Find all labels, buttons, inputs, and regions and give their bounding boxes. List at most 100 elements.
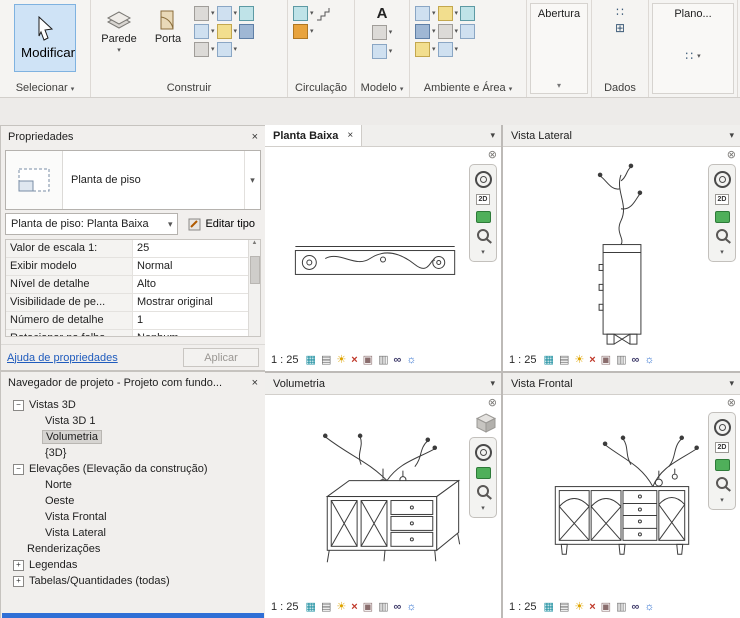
scale-indicator[interactable]: 1 : 25 <box>509 354 537 366</box>
2d-wheel-badge[interactable]: 2D <box>714 442 730 453</box>
ribbon-tool-icon[interactable] <box>239 6 255 21</box>
visual-style-icon[interactable]: ▤ <box>559 354 569 366</box>
chevron-down-icon[interactable]: ▾ <box>490 378 501 389</box>
nav-chevron-down-icon[interactable]: ▾ <box>481 249 485 256</box>
area-tool-icon[interactable] <box>437 6 453 21</box>
collapse-icon[interactable]: − <box>13 463 24 475</box>
tree-item-vista-3d-1[interactable]: Vista 3D 1 <box>1 413 265 429</box>
hide-isolate-icon[interactable]: ∞ <box>393 601 401 613</box>
crop-visibility-icon[interactable]: ▥ <box>378 354 388 366</box>
viewport-title[interactable]: Vista Lateral <box>503 130 580 142</box>
2d-wheel-badge[interactable]: 2D <box>475 194 491 205</box>
reveal-hidden-icon[interactable]: ☼ <box>644 354 654 366</box>
property-row[interactable]: Número de detalhe 1 <box>6 312 260 330</box>
tree-item-renderizacoes[interactable]: Renderizações <box>1 541 265 557</box>
shadows-icon[interactable]: × <box>351 354 357 366</box>
steering-wheel-icon[interactable] <box>713 419 731 436</box>
steering-wheel-icon[interactable] <box>474 171 492 188</box>
panel-label-selecionar[interactable]: Selecionar ▾ <box>0 80 90 97</box>
zoom-extents-icon[interactable] <box>714 459 730 471</box>
shadows-icon[interactable]: × <box>589 601 595 613</box>
navbar-close-icon[interactable]: ⊗ <box>488 398 497 409</box>
property-row[interactable]: Rotacionar na folhaNenhum <box>6 330 260 336</box>
room-tool-icon[interactable] <box>415 6 430 21</box>
navbar-close-icon[interactable]: ⊗ <box>727 150 736 161</box>
chevron-down-icon[interactable]: ▾ <box>490 130 501 141</box>
ramp-tool-icon[interactable] <box>293 24 308 39</box>
detail-level-icon[interactable]: ▦ <box>544 601 554 613</box>
panel-label-ambiente-area[interactable]: Ambiente e Área ▾ <box>410 80 526 97</box>
tree-item-tabelas[interactable]: + Tabelas/Quantidades (todas) <box>1 573 265 589</box>
modify-button[interactable]: Modificar <box>14 4 76 72</box>
area-plan-icon[interactable] <box>415 42 430 57</box>
magnifier-icon[interactable] <box>477 485 489 497</box>
manage-links-icon[interactable]: ∷ <box>616 6 624 18</box>
tree-item-legendas[interactable]: + Legendas <box>1 557 265 573</box>
expand-icon[interactable]: + <box>13 575 24 587</box>
area-boundary-icon[interactable] <box>437 24 453 39</box>
wall-button[interactable]: Parede ▾ <box>96 4 142 59</box>
viewport-vista-lateral[interactable]: Vista Lateral ▾ ⊗ 2D ▾ 1: 25 ▦ ▤ ☀ × ▣ … <box>503 125 740 371</box>
close-icon[interactable]: × <box>252 377 258 389</box>
apply-button[interactable]: Aplicar <box>183 348 259 367</box>
scale-indicator[interactable]: 1 : 25 <box>271 601 299 613</box>
nav-chevron-down-icon[interactable]: ▾ <box>720 249 724 256</box>
chevron-down-icon[interactable]: ▾ <box>531 81 587 93</box>
magnifier-icon[interactable] <box>716 477 728 489</box>
chevron-down-icon[interactable]: ▾ <box>729 130 740 141</box>
tree-item-vista-lateral[interactable]: Vista Lateral <box>1 525 265 541</box>
property-row[interactable]: Exibir modelo Normal <box>6 258 260 276</box>
scale-indicator[interactable]: 1 : 25 <box>509 601 537 613</box>
expand-icon[interactable]: + <box>13 559 24 571</box>
crop-view-icon[interactable]: ▣ <box>363 354 373 366</box>
tree-item-norte[interactable]: Norte <box>1 477 265 493</box>
drawing-canvas[interactable]: ⊗ 2D ▾ 1 : 25 ▦ ▤ ☀ × ▣ ▥ ∞ ☼ <box>265 147 501 371</box>
tab-planta-baixa[interactable]: Planta Baixa × <box>265 125 363 146</box>
visual-style-icon[interactable]: ▤ <box>321 354 331 366</box>
instance-selector-combo[interactable]: Planta de piso: Planta Baixa ▾ <box>5 213 179 235</box>
sun-path-icon[interactable]: ☀ <box>336 601 346 613</box>
detail-level-icon[interactable]: ▦ <box>544 354 554 366</box>
tree-item-vista-frontal[interactable]: Vista Frontal <box>1 509 265 525</box>
drawing-canvas[interactable]: ⊗ 2D ▾ 1 : 25 ▦ ▤ ☀ × ▣ ▥ ∞ ☼ <box>503 147 740 371</box>
tree-item-partial-selected[interactable] <box>2 613 264 618</box>
magnifier-icon[interactable] <box>477 229 489 241</box>
ribbon-tool-icon[interactable] <box>239 24 255 39</box>
ribbon-tool-icon[interactable] <box>216 24 232 39</box>
viewport-planta-baixa[interactable]: Planta Baixa × ▾ ⊗ 2D ▾ 1: 25 ▦ ▤ ☀ × ▣… <box>265 125 501 371</box>
crop-view-icon[interactable]: ▣ <box>601 354 611 366</box>
plan-views-icon[interactable]: ∷ <box>685 50 693 62</box>
crop-view-icon[interactable]: ▣ <box>601 601 611 613</box>
reveal-hidden-icon[interactable]: ☼ <box>644 601 654 613</box>
model-text-icon[interactable]: A <box>377 6 388 21</box>
detail-level-icon[interactable]: ▦ <box>306 601 316 613</box>
hide-isolate-icon[interactable]: ∞ <box>631 354 639 366</box>
visual-style-icon[interactable]: ▤ <box>321 601 331 613</box>
steering-wheel-icon[interactable] <box>713 171 731 188</box>
tree-item-elevacoes[interactable]: − Elevações (Elevação da construção) <box>1 461 265 477</box>
tree-item-oeste[interactable]: Oeste <box>1 493 265 509</box>
room-tag-icon[interactable] <box>437 42 453 57</box>
hide-isolate-icon[interactable]: ∞ <box>393 354 401 366</box>
viewport-vista-frontal[interactable]: Vista Frontal ▾ ⊗ 2D ▾ 1: 25 ▦ ▤ ☀ × ▣ … <box>503 373 740 618</box>
tree-item-3d[interactable]: {3D} <box>1 445 265 461</box>
type-selector[interactable]: Planta de piso ▾ <box>5 150 261 210</box>
drawing-canvas[interactable]: ⊗ 2D ▾ 1 : 25 ▦ ▤ ☀ × ▣ ▥ ∞ ☼ <box>503 395 740 618</box>
ribbon-tool-icon[interactable] <box>216 42 232 57</box>
door-button[interactable]: Porta <box>145 4 191 50</box>
navbar-close-icon[interactable]: ⊗ <box>727 398 736 409</box>
crop-visibility-icon[interactable]: ▥ <box>616 601 626 613</box>
zoom-extents-icon[interactable] <box>475 211 491 223</box>
ribbon-tool-icon[interactable] <box>194 42 209 57</box>
viewport-title[interactable]: Vista Frontal <box>503 378 581 390</box>
zoom-extents-icon[interactable] <box>714 211 730 223</box>
color-scheme-icon[interactable] <box>460 24 476 39</box>
sun-path-icon[interactable]: ☀ <box>336 354 346 366</box>
2d-wheel-badge[interactable]: 2D <box>714 194 730 205</box>
tree-item-volumetria[interactable]: Volumetria <box>1 429 265 445</box>
scrollbar-thumb[interactable] <box>250 256 260 284</box>
sun-path-icon[interactable]: ☀ <box>574 354 584 366</box>
ribbon-tool-icon[interactable] <box>194 24 209 39</box>
ribbon-tool-icon[interactable] <box>216 6 232 21</box>
viewport-volumetria[interactable]: Volumetria ▾ ⊗ ▾ 1: 25 ▦ ▤ ☀ × ▣ ▥ ∞ ☼ <box>265 373 501 618</box>
